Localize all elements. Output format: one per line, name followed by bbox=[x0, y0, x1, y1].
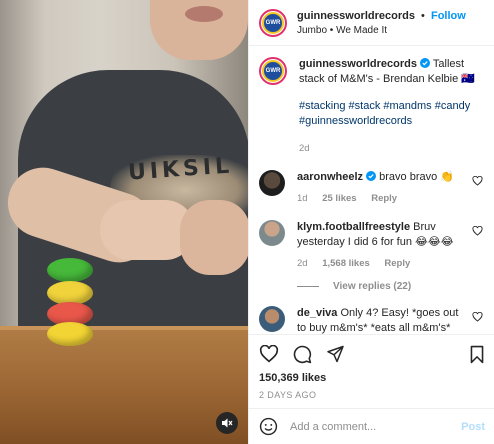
mm-candy-green bbox=[47, 258, 93, 282]
verified-badge-icon bbox=[366, 171, 377, 181]
reply-button[interactable]: Reply bbox=[384, 258, 410, 269]
speaker-muted-icon bbox=[222, 418, 233, 428]
avatar-logo-text: GWR bbox=[265, 19, 281, 26]
comment-row: de_viva Only 4? Easy! *goes out to buy m… bbox=[259, 306, 485, 334]
video-person-hand-right bbox=[180, 200, 248, 275]
add-comment-bar: Post bbox=[249, 408, 494, 444]
caption-avatar[interactable]: GWR bbox=[259, 57, 287, 85]
follow-button[interactable]: Follow bbox=[431, 10, 466, 22]
mute-button[interactable] bbox=[216, 412, 238, 434]
wooden-table bbox=[0, 330, 248, 444]
comment-username[interactable]: klym.footballfreestyle bbox=[297, 221, 410, 233]
post-modal: UIKSIL GWR guinnessworldrecords • Follow… bbox=[0, 0, 494, 444]
post-timestamp[interactable]: 2 DAYS AGO bbox=[259, 390, 485, 400]
post-video[interactable]: UIKSIL bbox=[0, 0, 248, 444]
comment-row: klym.footballfreestyle Bruv yesterday I … bbox=[259, 220, 485, 271]
comment-text-block: de_viva Only 4? Easy! *goes out to buy m… bbox=[297, 306, 467, 334]
view-replies-label: View replies (22) bbox=[333, 281, 412, 292]
comment-username[interactable]: aaronwheelz bbox=[297, 171, 363, 183]
video-person-mouth bbox=[185, 6, 223, 22]
like-heart-icon[interactable] bbox=[259, 345, 279, 363]
comments-list[interactable]: GWR guinnessworldrecords Tallest stack o… bbox=[249, 47, 494, 334]
verified-badge-icon bbox=[420, 58, 431, 68]
header-separator: • bbox=[421, 9, 425, 22]
post-header: GWR guinnessworldrecords • Follow Jumbo … bbox=[249, 0, 494, 46]
share-paper-plane-icon[interactable] bbox=[326, 345, 345, 363]
header-text: guinnessworldrecords • Follow Jumbo • We… bbox=[297, 10, 466, 36]
heart-icon[interactable] bbox=[472, 312, 483, 322]
avatar[interactable] bbox=[259, 306, 285, 332]
caption-avatar-logo-text: GWR bbox=[265, 68, 281, 74]
comment-text: bravo bravo 👏 bbox=[379, 171, 454, 183]
audio-track-link[interactable]: Jumbo • We Made It bbox=[297, 25, 466, 36]
comment-likes[interactable]: 1,568 likes bbox=[322, 258, 370, 269]
caption-text-block: guinnessworldrecords Tallest stack of M&… bbox=[299, 57, 479, 156]
avatar[interactable] bbox=[259, 220, 285, 246]
caption-meta: 2d bbox=[299, 141, 479, 156]
comment-time[interactable]: 1d bbox=[297, 193, 308, 204]
comment-meta: 2d 1,568 likes Reply bbox=[297, 256, 467, 271]
comment-username[interactable]: de_viva bbox=[297, 307, 337, 319]
action-icons bbox=[259, 343, 485, 365]
comment-input[interactable] bbox=[290, 420, 450, 433]
heart-icon[interactable] bbox=[472, 176, 483, 186]
comment-time[interactable]: 2d bbox=[297, 258, 308, 269]
comment-row: aaronwheelz bravo bravo 👏 1d 25 likes Re… bbox=[259, 170, 485, 206]
view-replies-button[interactable]: View replies (22) bbox=[297, 281, 485, 292]
post-likes-count[interactable]: 150,369 likes bbox=[259, 372, 485, 384]
post-comment-button[interactable]: Post bbox=[461, 421, 485, 433]
gwr-logo-icon: GWR bbox=[262, 60, 284, 82]
caption-time[interactable]: 2d bbox=[299, 143, 310, 154]
bookmark-save-icon[interactable] bbox=[469, 345, 485, 364]
comment-text-block: aaronwheelz bravo bravo 👏 1d 25 likes Re… bbox=[297, 170, 467, 206]
avatar[interactable]: GWR bbox=[259, 8, 287, 37]
comment-likes[interactable]: 25 likes bbox=[322, 193, 356, 204]
caption-row: GWR guinnessworldrecords Tallest stack o… bbox=[259, 57, 485, 156]
header-username[interactable]: guinnessworldrecords bbox=[297, 10, 415, 22]
view-replies-line bbox=[297, 286, 319, 287]
comment-text-block: klym.footballfreestyle Bruv yesterday I … bbox=[297, 220, 467, 271]
caption-username[interactable]: guinnessworldrecords bbox=[299, 58, 417, 70]
reply-button[interactable]: Reply bbox=[371, 193, 397, 204]
gwr-logo-icon: GWR bbox=[262, 11, 284, 34]
comment-meta: 1d 25 likes Reply bbox=[297, 191, 467, 206]
caption-hashtags[interactable]: #stacking #stack #mandms #candy #guinnes… bbox=[299, 99, 479, 129]
post-actions: 150,369 likes 2 DAYS AGO bbox=[249, 334, 494, 408]
heart-icon[interactable] bbox=[472, 226, 483, 236]
post-details-panel: GWR guinnessworldrecords • Follow Jumbo … bbox=[248, 0, 494, 444]
avatar[interactable] bbox=[259, 170, 285, 196]
mm-candy-yellow-bottom bbox=[47, 322, 93, 346]
emoji-smiley-icon[interactable] bbox=[259, 417, 278, 436]
comment-bubble-icon[interactable] bbox=[293, 345, 312, 364]
